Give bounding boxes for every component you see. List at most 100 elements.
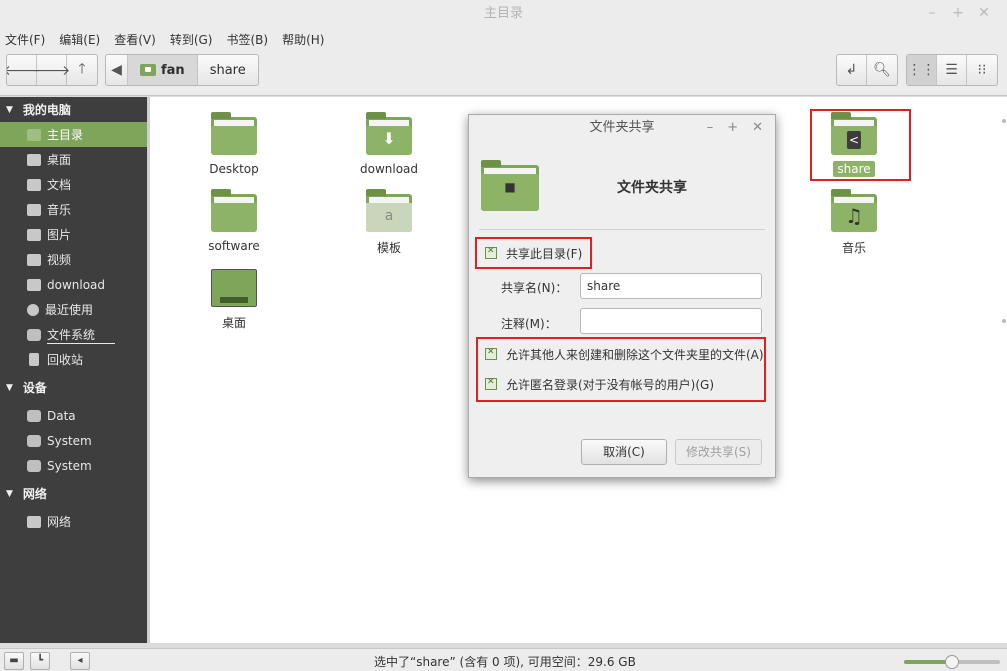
dialog-share-icon: ■ (481, 157, 541, 217)
folder-icon (211, 112, 257, 155)
templates-folder-icon: a (366, 189, 412, 232)
sidebar-item-system-1[interactable]: System (0, 428, 147, 453)
sidebar-section-devices[interactable]: ▼ 设备 (0, 375, 147, 400)
search-icon[interactable]: 🔍︎ (867, 55, 897, 85)
highlight-share-this (475, 237, 592, 269)
window-title: 主目录 (483, 6, 523, 21)
scroll-indicator (1002, 119, 1006, 123)
breadcrumb-share[interactable]: share (198, 55, 258, 85)
sidebar-item-pictures[interactable]: 图片 (0, 222, 147, 247)
breadcrumb-fan[interactable]: fan (128, 55, 198, 85)
sidebar-item-download[interactable]: download (0, 272, 147, 297)
nav-buttons: 🡐 🡒 🡑 (6, 54, 98, 86)
expand-triangle-icon: ▼ (6, 382, 13, 393)
sidebar-item-network[interactable]: 网络 (0, 509, 147, 534)
menu-go[interactable]: 转到(G) (170, 28, 219, 50)
sidebar-item-system-2[interactable]: System (0, 453, 147, 478)
up-arrow-icon[interactable]: 🡑 (67, 55, 97, 85)
file-item-software[interactable]: software (179, 189, 289, 254)
music-folder-icon: ♫ (831, 189, 877, 232)
music-folder-icon (27, 203, 41, 216)
path-left-icon[interactable]: ◀ (106, 55, 128, 85)
zoom-slider-handle[interactable] (945, 655, 959, 669)
close-icon[interactable]: ✕ (977, 6, 991, 20)
close-icon[interactable]: ✕ (752, 115, 763, 141)
folder-share-dialog: 文件夹共享 – + ✕ ■ 文件夹共享 共享此目录(F) 共享名(N)： 注释(… (468, 114, 776, 478)
sidebar-item-documents[interactable]: 文档 (0, 172, 147, 197)
home-folder-icon (140, 64, 156, 76)
toggle-location-icon[interactable]: ↲ (837, 55, 867, 85)
sidebar-section-network[interactable]: ▼ 网络 (0, 481, 147, 506)
forward-arrow-icon[interactable]: 🡒 (33, 55, 70, 85)
menu-help[interactable]: 帮助(H) (282, 28, 330, 50)
sidebar-item-label: System (47, 433, 92, 448)
sidebar-item-videos[interactable]: 视频 (0, 247, 147, 272)
minimize-icon[interactable]: – (707, 115, 714, 141)
sidebar-item-label: download (47, 277, 106, 292)
recent-icon (27, 303, 39, 316)
sidebar-item-home[interactable]: 主目录 (0, 122, 147, 147)
sidebar-item-filesystem[interactable]: 文件系统 (0, 322, 147, 347)
breadcrumb-share-label: share (209, 62, 246, 78)
location-search-buttons: ↲ 🔍︎ (836, 54, 898, 86)
file-name: software (208, 239, 260, 253)
maximize-icon[interactable]: + (727, 115, 738, 141)
title-bar: 主目录 – + ✕ (0, 0, 1007, 28)
toggle-sidebar-icon[interactable]: ◂ (70, 652, 90, 670)
dialog-window-controls: – + ✕ (707, 115, 763, 141)
expand-triangle-icon: ▼ (6, 488, 13, 499)
dialog-divider (479, 229, 765, 230)
sidebar-section-label: 设备 (22, 381, 47, 395)
zoom-slider[interactable] (904, 655, 1000, 669)
sidebar-item-recent[interactable]: 最近使用 (0, 297, 147, 322)
list-view-icon[interactable]: ☰ (937, 55, 967, 85)
sidebar-item-music[interactable]: 音乐 (0, 197, 147, 222)
file-item-desktop-cn[interactable]: 桌面 (179, 269, 289, 332)
cancel-button[interactable]: 取消(C) (581, 439, 667, 465)
menu-bookmarks[interactable]: 书签(B) (226, 28, 274, 50)
file-item-music[interactable]: ♫ 音乐 (799, 189, 909, 257)
toolbar: 🡐 🡒 🡑 ◀ fan share ↲ 🔍︎ ⋮⋮ ☰ ⁝⁝ (0, 50, 1007, 96)
modify-share-button[interactable]: 修改共享(S) (675, 439, 762, 465)
sidebar-item-label: Data (47, 408, 76, 423)
sidebar: ▼ 我的电脑 主目录 桌面 文档 音乐 图片 视频 download 最近使用 … (0, 97, 147, 643)
file-item-templates[interactable]: a 模板 (334, 189, 444, 257)
comment-input[interactable] (580, 308, 762, 334)
file-name: download (359, 162, 419, 176)
sidebar-item-trash[interactable]: 回收站 (0, 347, 147, 372)
share-name-input[interactable] (580, 273, 762, 299)
menu-view[interactable]: 查看(V) (114, 28, 162, 50)
dialog-title-bar: 文件夹共享 – + ✕ (469, 115, 775, 141)
icon-view-icon[interactable]: ⋮⋮ (907, 55, 937, 85)
menu-edit[interactable]: 编辑(E) (59, 28, 106, 50)
menu-bar: 文件(F) 编辑(E) 查看(V) 转到(G) 书签(B) 帮助(H) (0, 28, 1007, 50)
sidebar-item-data[interactable]: Data (0, 403, 147, 428)
compact-view-icon[interactable]: ⁝⁝ (967, 55, 997, 85)
drive-icon (27, 409, 41, 422)
minimize-icon[interactable]: – (925, 6, 939, 20)
file-name: 模板 (376, 241, 401, 255)
status-text: 选中了“share” (含有 0 项), 可用空间：29.6 GB (374, 655, 636, 669)
menu-file[interactable]: 文件(F) (5, 28, 51, 50)
sidebar-item-desktop[interactable]: 桌面 (0, 147, 147, 172)
sidebar-item-label: System (47, 458, 92, 473)
sidebar-item-label: 回收站 (47, 353, 84, 367)
file-item-download[interactable]: ⬇ download (334, 112, 444, 177)
share-folder-icon: ■ (481, 160, 539, 211)
sidebar-section-my-computer[interactable]: ▼ 我的电脑 (0, 97, 147, 122)
sidebar-item-label: 桌面 (47, 153, 72, 167)
home-icon (27, 128, 41, 141)
sidebar-item-label: 主目录 (47, 128, 84, 142)
file-name: Desktop (209, 162, 259, 176)
show-tree-icon[interactable]: ┗ (30, 652, 50, 670)
file-item-desktop[interactable]: Desktop (179, 112, 289, 177)
sidebar-item-label: 视频 (47, 253, 72, 267)
videos-folder-icon (27, 253, 41, 266)
drive-icon (27, 328, 41, 341)
desktop-icon (27, 153, 41, 166)
maximize-icon[interactable]: + (951, 6, 965, 20)
drive-icon (27, 434, 41, 447)
show-places-icon[interactable]: ▬ (4, 652, 24, 670)
sidebar-item-label: 文件系统 (47, 326, 116, 344)
view-buttons: ⋮⋮ ☰ ⁝⁝ (906, 54, 998, 86)
